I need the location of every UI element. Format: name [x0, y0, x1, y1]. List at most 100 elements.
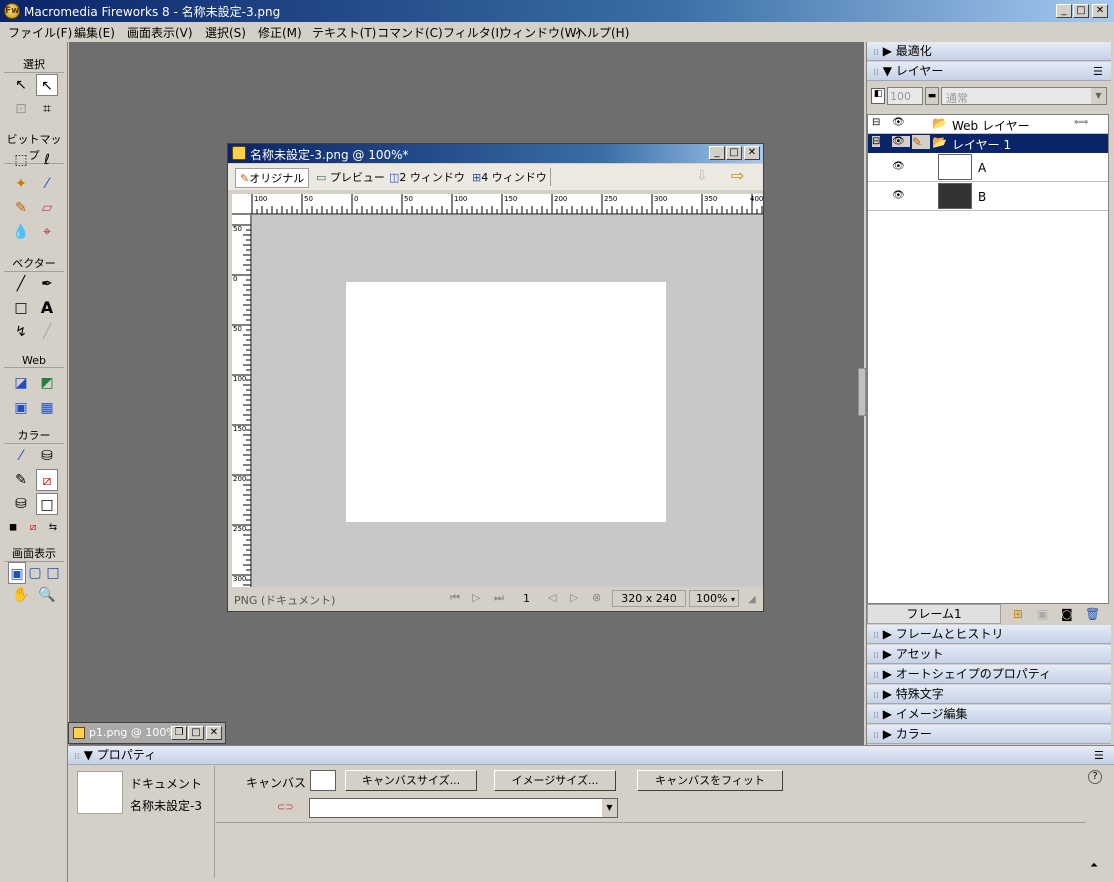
layer-row-web[interactable]: ⊟ 👁 📂 Web レイヤー ⟺ [868, 115, 1108, 134]
menu-commands[interactable]: コマンド(C) [377, 24, 443, 41]
new-bitmap-icon[interactable]: ▣ [1037, 607, 1048, 621]
pencil-icon[interactable]: ✎ [912, 135, 930, 149]
menu-modify[interactable]: 修正(M) [258, 24, 302, 41]
tab-original[interactable]: ✎オリジナル [235, 168, 310, 188]
help-icon[interactable]: ? [1088, 770, 1102, 784]
subselection-tool-icon[interactable]: ↖ [36, 74, 58, 96]
rectangle-tool-icon[interactable]: □ [10, 297, 32, 319]
doc-minimize-button[interactable]: _ [709, 146, 725, 160]
canvas[interactable] [346, 282, 666, 522]
magic-wand-tool-icon[interactable]: ✦ [10, 173, 32, 195]
play-icon[interactable]: ▷ [472, 591, 480, 604]
freeform-tool-icon[interactable]: ↯ [10, 321, 32, 343]
autoshape-properties-panel-header[interactable]: ⁞⁞ ▶ オートシェイプのプロパティ [867, 665, 1111, 684]
add-mask-icon[interactable]: ◙ [1061, 607, 1073, 621]
maximize-button[interactable]: □ [1073, 4, 1089, 18]
tab-2-up[interactable]: ◫2 ウィンドウ [385, 168, 469, 188]
stroke-color-icon[interactable]: ✎ [10, 469, 32, 491]
close-button[interactable]: ✕ [1092, 4, 1108, 18]
rubber-stamp-tool-icon[interactable]: ⌖ [36, 221, 58, 243]
scale-tool-icon[interactable]: ⊡ [10, 98, 32, 120]
document-settings-select[interactable]: ▼ [309, 798, 618, 818]
panel-options-icon[interactable]: ☰ [1094, 746, 1104, 765]
no-color-icon[interactable]: ⧄ [24, 517, 42, 539]
eye-icon[interactable]: 👁 [892, 161, 905, 172]
line-tool-icon[interactable]: ╱ [10, 273, 32, 295]
hide-slices-icon[interactable]: ▣ [10, 397, 32, 419]
fireworks-app-icon[interactable]: Fw [4, 3, 20, 19]
pointer-tool-icon[interactable]: ↖ [10, 74, 32, 96]
restore-button[interactable]: ❐ [171, 726, 187, 740]
tab-4-up[interactable]: ⊞4 ウィンドウ [468, 168, 551, 188]
marquee-tool-icon[interactable]: ⬚ [10, 149, 32, 171]
collapse-toggle-icon[interactable]: ⊟ [872, 136, 881, 147]
close-button[interactable]: ✕ [206, 726, 222, 740]
object-row-a[interactable]: 👁 A [868, 153, 1108, 182]
menu-view[interactable]: 画面表示(V) [127, 24, 193, 41]
text-tool-icon[interactable]: A [36, 297, 58, 319]
document-title-bar[interactable]: 名称未設定-3.png @ 100%* _ □ ✕ [228, 144, 763, 163]
swap-colors-icon[interactable]: ⇆ [44, 517, 62, 539]
canvas-area[interactable] [252, 215, 763, 587]
first-frame-icon[interactable]: ⏮ [450, 591, 460, 605]
show-slices-icon[interactable]: ▦ [36, 397, 58, 419]
special-characters-panel-header[interactable]: ⁞⁞ ▶ 特殊文字 [867, 685, 1111, 704]
eye-icon[interactable]: 👁 [892, 136, 910, 147]
share-layer-icon[interactable]: ⟺ [1074, 117, 1088, 128]
export-icon[interactable]: ⇩ [696, 168, 708, 184]
canvas-color-swatch[interactable] [310, 770, 336, 791]
image-size-button[interactable]: イメージサイズ... [494, 770, 616, 791]
pencil-tool-icon[interactable]: ✎ [10, 197, 32, 219]
hand-tool-icon[interactable]: ✋ [10, 584, 32, 606]
resize-grip-icon[interactable]: ◢ [748, 594, 756, 605]
doc-maximize-button[interactable]: □ [726, 146, 742, 160]
optimize-panel-header[interactable]: ⁞⁞ ▶ 最適化 [867, 42, 1111, 61]
brush-tool-icon[interactable]: ⁄ [36, 173, 58, 195]
color-panel-header[interactable]: ⁞⁞ ▶ カラー [867, 725, 1111, 744]
canvas-size-button[interactable]: キャンバスサイズ... [345, 770, 477, 791]
quick-export-icon[interactable]: ⇨ [731, 166, 744, 185]
eye-icon[interactable]: 👁 [892, 190, 905, 201]
lasso-tool-icon[interactable]: ℓ [36, 149, 58, 171]
menu-window[interactable]: ウィンドウ(W) [500, 24, 581, 41]
image-editing-panel-header[interactable]: ⁞⁞ ▶ イメージ編集 [867, 705, 1111, 724]
menu-select[interactable]: 選択(S) [205, 24, 246, 41]
eraser-tool-icon[interactable]: ▱ [36, 197, 58, 219]
knife-tool-icon[interactable]: ╱ [36, 321, 58, 343]
blur-tool-icon[interactable]: 💧 [10, 221, 32, 243]
default-colors-icon[interactable]: ◼ [4, 517, 22, 539]
stroke-color-swatch[interactable]: ⧄ [36, 469, 58, 491]
standard-screen-mode-icon[interactable]: ▣ [8, 562, 26, 584]
fill-color-swatch[interactable]: □ [36, 493, 58, 515]
doc-close-button[interactable]: ✕ [744, 146, 760, 160]
crop-tool-icon[interactable]: ⌗ [36, 98, 58, 120]
panel-collapse-handle[interactable] [858, 368, 866, 416]
properties-panel-header[interactable]: ⁞⁞ ▼ プロパティ ☰ [68, 746, 1114, 765]
previous-frame-icon[interactable]: ◁ [548, 591, 556, 604]
pen-tool-icon[interactable]: ✒ [36, 273, 58, 295]
layers-panel-header[interactable]: ⁞⁞ ▼ レイヤー ☰ [867, 62, 1111, 81]
collapse-toggle-icon[interactable]: ⊟ [872, 117, 880, 128]
blend-mode-select[interactable]: 通常 ▼ [941, 87, 1107, 105]
trash-icon[interactable]: 🗑 [1085, 607, 1100, 621]
new-layer-icon[interactable]: ⊞ [1013, 607, 1023, 621]
frame-selector[interactable]: フレーム1 [867, 604, 1001, 624]
zoom-select[interactable]: 100% ▾ [689, 590, 739, 607]
tab-preview[interactable]: ▭ プレビュー [312, 168, 389, 188]
full-screen-menu-mode-icon[interactable]: ▢ [26, 562, 44, 584]
eyedropper-tool-icon[interactable]: ⁄ [10, 445, 32, 467]
panel-options-icon[interactable]: ☰ [1093, 62, 1103, 81]
frames-history-panel-header[interactable]: ⁞⁞ ▶ フレームとヒストリ [867, 625, 1111, 644]
full-screen-mode-icon[interactable]: □ [44, 562, 62, 584]
opacity-slider-button[interactable]: ▬ [925, 87, 939, 105]
paint-bucket-tool-icon[interactable]: ⛁ [36, 445, 58, 467]
menu-file[interactable]: ファイル(F) [8, 24, 72, 41]
minimize-button[interactable]: _ [1056, 4, 1072, 18]
layer-row-layer1[interactable]: ⊟ 👁 ✎ 📂 レイヤー 1 [868, 134, 1108, 153]
menu-filters[interactable]: フィルタ(I) [443, 24, 504, 41]
menu-text[interactable]: テキスト(T) [312, 24, 376, 41]
minimized-document[interactable]: p1.png @ 100% ❐ □ ✕ [68, 722, 226, 744]
slice-tool-icon[interactable]: ◩ [36, 372, 58, 394]
collapse-panel-icon[interactable]: ⏶ [1090, 860, 1098, 871]
next-frame-icon[interactable]: ▷ [570, 591, 578, 604]
